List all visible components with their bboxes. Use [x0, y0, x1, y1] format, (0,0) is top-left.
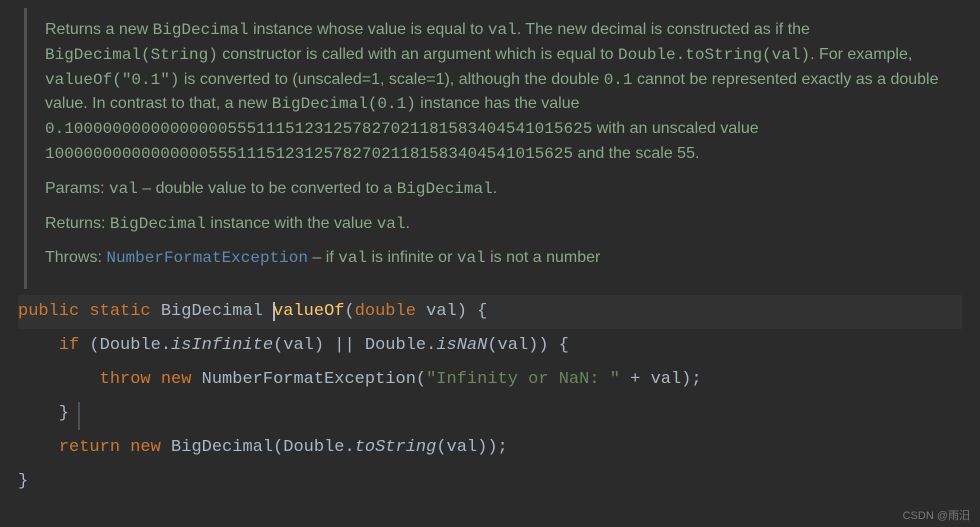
doc-throws: Throws: NumberFormatException – if val i…	[45, 246, 948, 271]
code-editor[interactable]: public static BigDecimal valueOf(double …	[0, 295, 980, 505]
javadoc-panel: Returns a new BigDecimal instance whose …	[24, 8, 966, 289]
block-guide	[78, 402, 80, 430]
doc-params: Params: val – double value to be convert…	[45, 177, 948, 202]
doc-description: Returns a new BigDecimal instance whose …	[45, 18, 948, 167]
code-line-signature[interactable]: public static BigDecimal valueOf(double …	[18, 295, 962, 329]
watermark: CSDN @雨汨	[903, 507, 970, 523]
doc-returns: Returns: BigDecimal instance with the va…	[45, 212, 948, 237]
